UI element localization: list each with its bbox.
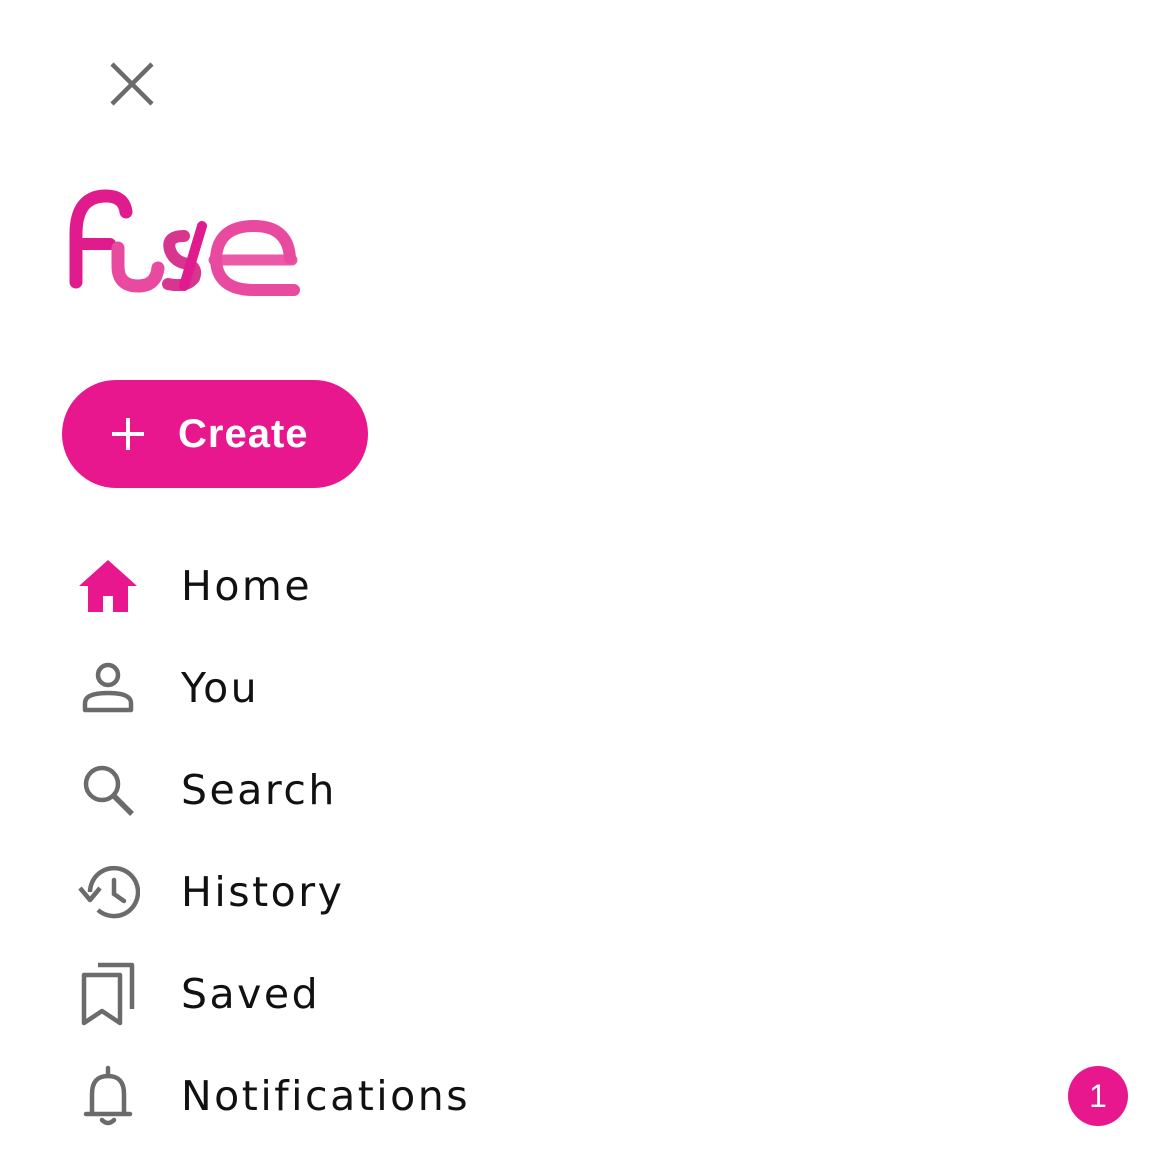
nav-item-label: Home — [181, 562, 313, 610]
nav-item-label: Saved — [181, 970, 321, 1018]
search-icon — [74, 756, 142, 824]
close-icon — [110, 62, 154, 106]
nav-item-you[interactable]: You — [0, 637, 1170, 739]
bookmarks-icon — [74, 960, 142, 1028]
history-icon — [74, 858, 142, 926]
bell-icon — [74, 1062, 142, 1130]
create-button-label: Create — [178, 411, 309, 456]
notification-count-badge: 1 — [1068, 1066, 1128, 1126]
nav-item-home[interactable]: Home — [0, 535, 1170, 637]
nav-item-notifications[interactable]: Notifications 1 — [0, 1045, 1170, 1147]
plus-icon — [108, 414, 148, 454]
nav-item-label: Notifications — [181, 1072, 471, 1120]
nav-item-label: History — [181, 868, 345, 916]
create-button[interactable]: Create — [62, 380, 368, 488]
nav-item-label: You — [181, 664, 260, 712]
side-navigation: Home You Search History Saved Notificati… — [0, 535, 1170, 1147]
nav-item-search[interactable]: Search — [0, 739, 1170, 841]
person-icon — [74, 654, 142, 722]
fuse-logo — [66, 186, 306, 296]
nav-item-saved[interactable]: Saved — [0, 943, 1170, 1045]
nav-item-history[interactable]: History — [0, 841, 1170, 943]
close-button[interactable] — [98, 50, 166, 118]
home-icon — [74, 552, 142, 620]
nav-item-label: Search — [181, 766, 337, 814]
